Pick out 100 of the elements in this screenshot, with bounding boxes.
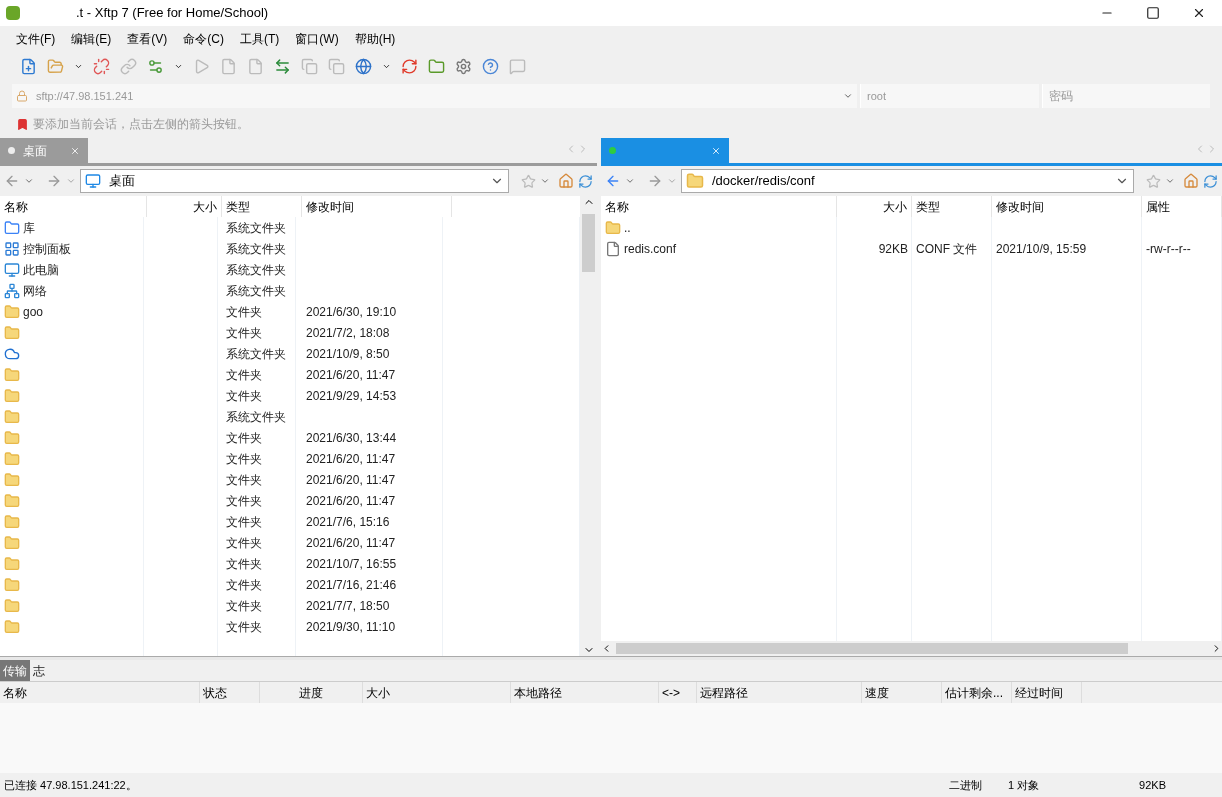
scroll-thumb[interactable] — [582, 214, 595, 272]
table-cell-text: 系统文件夹 — [226, 261, 286, 279]
column-header[interactable]: 名称 — [0, 196, 147, 217]
menu-item[interactable]: 查看(V) — [127, 30, 168, 48]
column-header[interactable]: 修改时间 — [302, 196, 452, 217]
folder-icon — [4, 471, 20, 488]
home-icon[interactable] — [1183, 173, 1199, 189]
table-cell-text: 文件夹 — [226, 555, 262, 573]
close-icon[interactable] — [1192, 6, 1206, 20]
back-icon[interactable] — [605, 173, 621, 189]
total-size: 92KB — [1139, 777, 1166, 793]
chat-icon[interactable] — [509, 57, 526, 75]
table-cell-text: 文件夹 — [226, 576, 262, 594]
table-cell-text: 系统文件夹 — [226, 240, 286, 258]
caret-icon[interactable] — [540, 176, 550, 186]
file-icon[interactable] — [247, 57, 264, 75]
file-name[interactable]: .. — [624, 218, 631, 237]
lock-icon — [16, 90, 28, 102]
disconnect-icon[interactable] — [93, 57, 110, 75]
table-cell-text: 2021/6/20, 11:47 — [306, 366, 396, 384]
scroll-thumb[interactable] — [616, 643, 1128, 654]
table-cell-text: 2021/10/9, 8:50 — [306, 345, 390, 363]
folder-icon — [4, 534, 20, 551]
table-cell-text: 2021/7/16, 21:46 — [306, 576, 397, 594]
forward-icon[interactable] — [647, 173, 663, 189]
globe-icon[interactable] — [355, 57, 372, 75]
folder-icon — [4, 303, 20, 320]
transfer-icon[interactable] — [274, 57, 291, 75]
table-cell-text: 文件夹 — [226, 429, 262, 447]
file-name[interactable]: 网络 — [23, 281, 47, 300]
play-icon[interactable] — [193, 57, 210, 75]
folder-icon — [4, 618, 20, 635]
path-field[interactable]: /docker/redis/conf — [681, 169, 1134, 193]
settings-icon[interactable] — [455, 57, 472, 75]
column-header[interactable]: 属性 — [1142, 196, 1222, 217]
back-icon[interactable] — [4, 173, 20, 189]
home-icon[interactable] — [558, 173, 574, 189]
table-cell-text: 系统文件夹 — [226, 408, 286, 426]
copy-icon[interactable] — [301, 57, 318, 75]
path-field[interactable]: 桌面 — [80, 169, 509, 193]
table-cell-text: 2021/7/6, 15:16 — [306, 513, 390, 531]
column-header[interactable]: 类型 — [222, 196, 302, 217]
folder-icon — [605, 219, 621, 236]
refresh-icon[interactable] — [578, 173, 593, 189]
dropdown-icon[interactable] — [843, 91, 853, 101]
star-icon[interactable] — [521, 173, 536, 189]
file-name[interactable]: 控制面板 — [23, 239, 71, 258]
file-name[interactable]: goo — [23, 302, 44, 321]
password-field[interactable]: 密码 — [1042, 84, 1210, 108]
table-cell-text: -rw-r--r-- — [1146, 240, 1191, 258]
app-logo-icon — [6, 6, 20, 20]
help-icon[interactable] — [482, 57, 499, 75]
folder-icon[interactable] — [47, 57, 64, 75]
desktop-icon — [85, 173, 101, 189]
table-cell-text: 文件夹 — [226, 366, 262, 384]
menu-item[interactable]: 命令(C) — [183, 30, 224, 48]
column-header[interactable]: 修改时间 — [992, 196, 1142, 217]
host-field[interactable]: sftp://47.98.151.241 — [12, 84, 857, 108]
forward-icon[interactable] — [46, 173, 62, 189]
maximize-icon[interactable] — [1146, 6, 1160, 20]
column-header[interactable]: 大小 — [837, 196, 912, 217]
table-cell-text: 2021/10/9, 15:59 — [996, 240, 1087, 258]
folder-icon — [4, 513, 20, 530]
folder-icon — [4, 324, 20, 341]
file-icon — [605, 240, 621, 257]
refresh-icon[interactable] — [1203, 173, 1218, 189]
star-icon[interactable] — [1146, 173, 1161, 189]
column-header[interactable]: 类型 — [912, 196, 992, 217]
table-cell-text: 92KB — [878, 240, 908, 258]
menu-item[interactable]: 帮助(H) — [354, 30, 396, 48]
column-header[interactable]: 大小 — [147, 196, 222, 217]
file-name[interactable]: 库 — [23, 218, 35, 237]
transfer-mode: 二进制 — [948, 777, 982, 793]
file-icon[interactable] — [220, 57, 237, 75]
caret-icon[interactable] — [1165, 176, 1175, 186]
menu-item[interactable]: 窗口(W) — [295, 30, 339, 48]
file-name[interactable]: redis.conf — [624, 239, 677, 258]
folder-icon[interactable] — [428, 57, 445, 75]
table-cell-text: 2021/7/7, 18:50 — [306, 597, 390, 615]
session-hint: 要添加当前会话，点击左侧的箭头按钮。 — [33, 116, 249, 133]
folder-icon — [4, 366, 20, 383]
menu-item[interactable]: 工具(T) — [240, 30, 280, 48]
table-cell-text: 系统文件夹 — [226, 219, 286, 237]
horizontal-scrollbar[interactable] — [601, 641, 1222, 656]
table-cell-text: 文件夹 — [226, 387, 262, 405]
paste-icon[interactable] — [328, 57, 345, 75]
host-input[interactable]: sftp://47.98.151.241 — [36, 87, 835, 105]
caret-icon[interactable] — [24, 176, 34, 186]
panel-tab[interactable]: 志 — [30, 660, 48, 681]
menu-item[interactable]: 文件(F) — [16, 30, 56, 48]
username-field[interactable]: root — [860, 84, 1039, 108]
menu-item[interactable]: 编辑(E) — [71, 30, 112, 48]
new-session-icon[interactable] — [20, 57, 37, 75]
folder-icon — [4, 576, 20, 593]
table-cell-text: 2021/6/20, 11:47 — [306, 492, 396, 510]
panel-tab[interactable]: 传输 — [0, 660, 30, 681]
link-icon[interactable] — [120, 57, 137, 75]
column-header[interactable]: 名称 — [601, 196, 837, 217]
caret-icon[interactable] — [625, 176, 635, 186]
file-name[interactable]: 此电脑 — [23, 260, 59, 279]
